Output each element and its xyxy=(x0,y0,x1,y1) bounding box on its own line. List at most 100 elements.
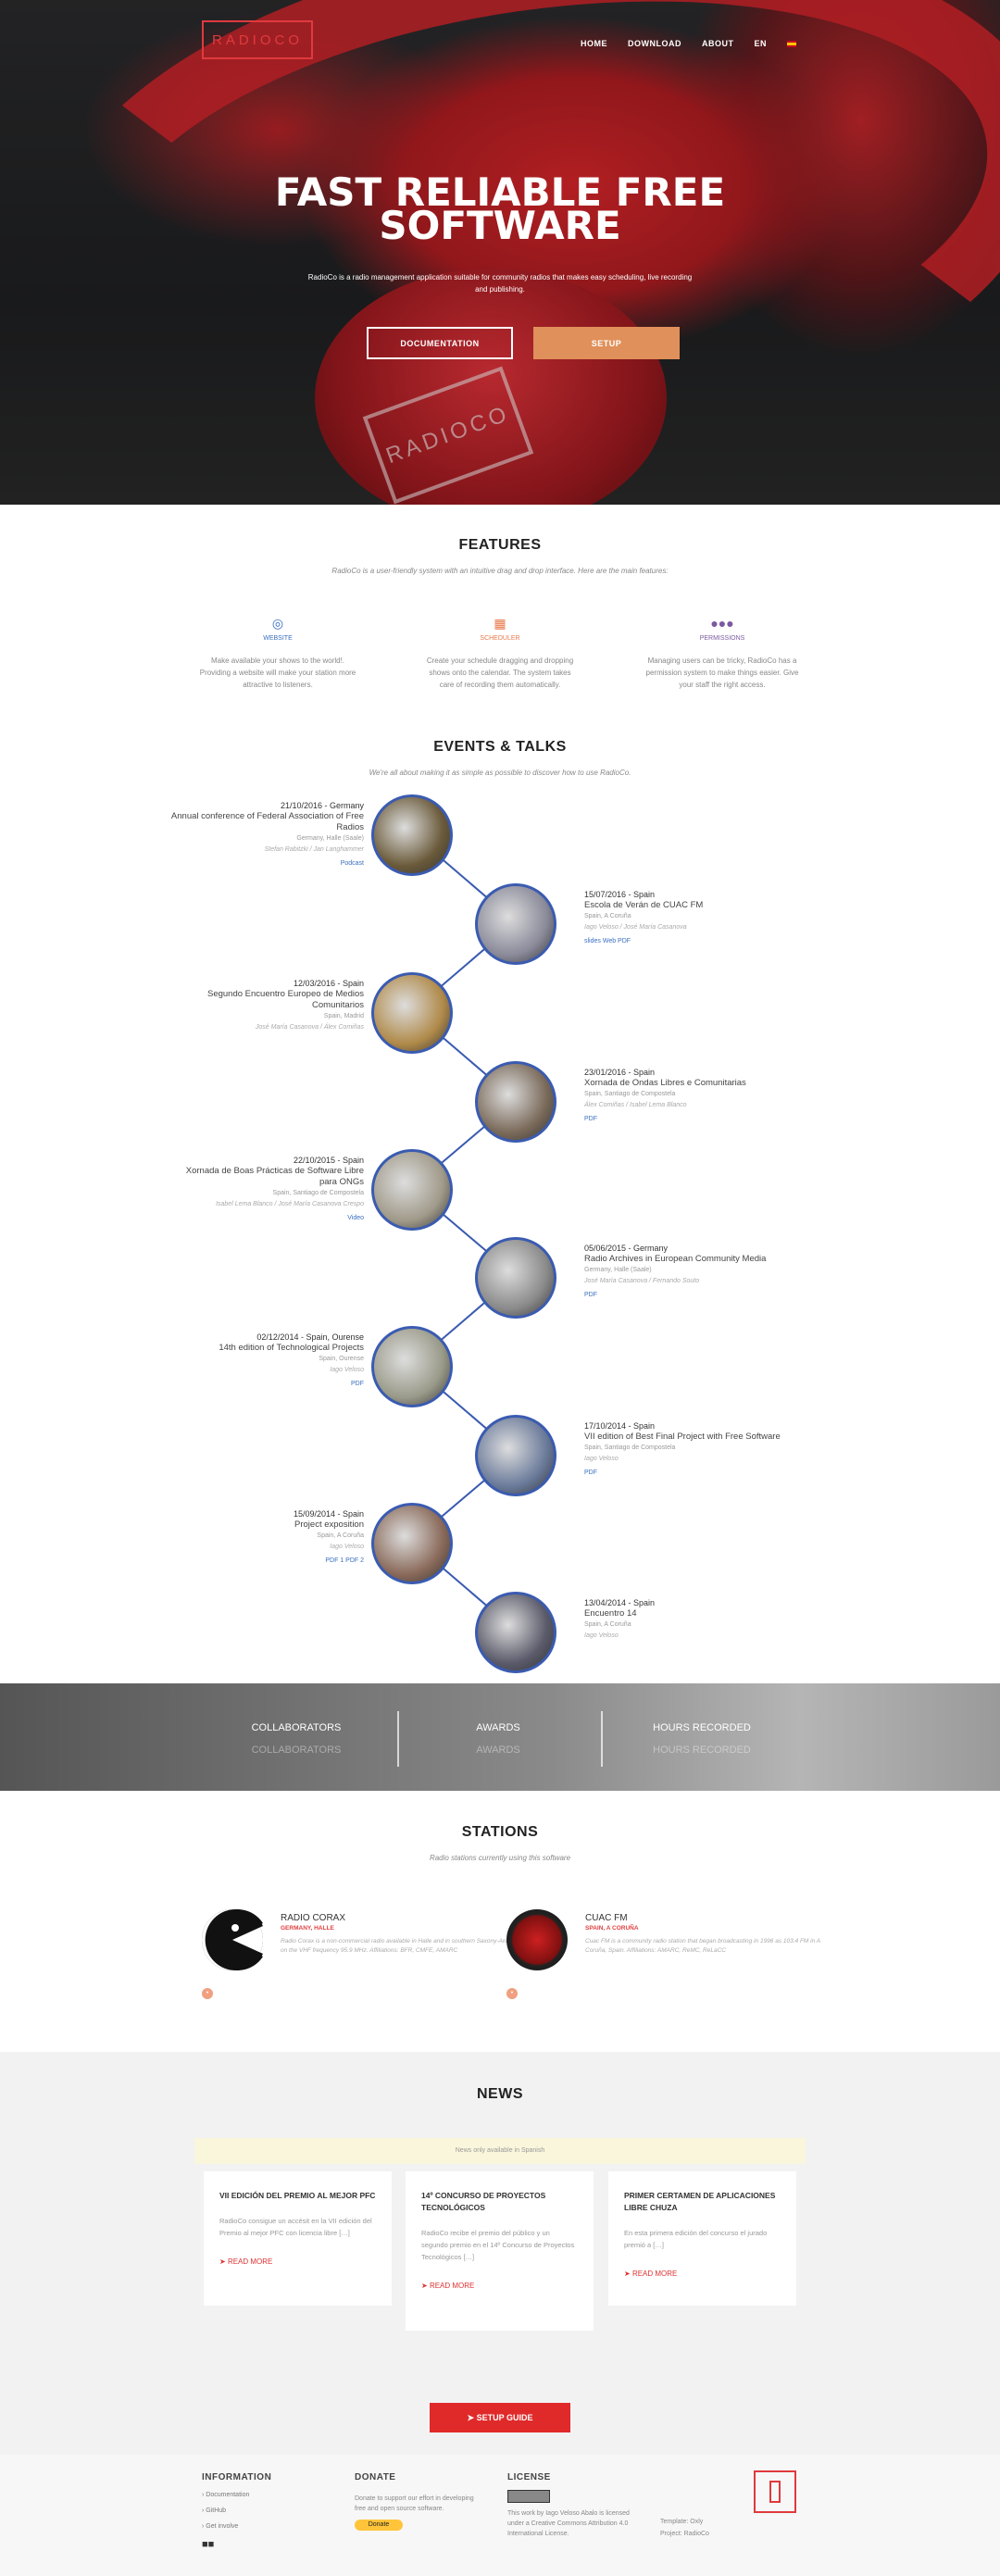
cc-license-badge[interactable] xyxy=(507,2490,550,2503)
news-card-title[interactable]: 14º CONCURSO DE PROYECTOS TECNOLÓGICOS xyxy=(421,2190,578,2214)
event-photo xyxy=(371,1326,453,1407)
stat-awards: AWARDS AWARDS xyxy=(476,1722,520,1756)
event-item: 15/07/2016 - Spain Escola de Verán de CUA… xyxy=(584,889,788,947)
feature-permissions: ●●● PERMISSIONS Managing users can be tr… xyxy=(644,616,801,691)
news-notice: News only available in Spanish xyxy=(194,2138,806,2164)
radio-corax-logo[interactable] xyxy=(202,1909,263,1970)
event-links[interactable]: PDF 1 PDF 2 xyxy=(169,1556,364,1567)
station-location: SPAIN, A CORUÑA xyxy=(585,1925,639,1932)
features-title: FEATURES xyxy=(458,537,542,553)
nav-home[interactable]: HOME xyxy=(581,39,607,48)
footer: INFORMATION › Documentation › GitHub › G… xyxy=(0,2455,1000,2576)
footer-license: LICENSE This work by Iago Veloso Abalo i… xyxy=(507,2472,630,2537)
news-card-text: RadioCo consigue un accésit en la VII ed… xyxy=(219,2217,372,2237)
footer-logo[interactable] xyxy=(754,2470,796,2513)
news-card: 14º CONCURSO DE PROYECTOS TECNOLÓGICOS R… xyxy=(406,2171,594,2331)
nav-download[interactable]: DOWNLOAD xyxy=(628,39,681,48)
footer-credits: Template: Oxly Project: RadioCo xyxy=(660,2519,709,2537)
event-item: 21/10/2016 - Germany Annual conference of… xyxy=(169,800,364,869)
event-place: Spain, Santiago de Compostela xyxy=(584,1091,676,1097)
event-date: 21/10/2016 - Germany xyxy=(280,801,364,810)
paypal-donate-button[interactable]: Donate xyxy=(355,2520,403,2531)
event-photo xyxy=(475,1061,556,1143)
event-people: Isabel Lema Blanco / José María Casanova… xyxy=(216,1201,364,1207)
event-place: Spain, Santiago de Compostela xyxy=(272,1190,364,1196)
event-links[interactable]: slides Web PDF xyxy=(584,936,788,947)
event-place: Germany, Halle (Saale) xyxy=(296,835,364,842)
footer-information: INFORMATION › Documentation › GitHub › G… xyxy=(202,2472,331,2550)
event-name: 14th edition of Technological Projects xyxy=(219,1343,364,1353)
read-more-link[interactable]: ➤ READ MORE xyxy=(624,2270,781,2278)
event-people: José María Casanova / Álex Comiñas xyxy=(255,1024,364,1031)
stats-bar: COLLABORATORS COLLABORATORS AWARDS AWARDS … xyxy=(0,1683,1000,1791)
rss-icon[interactable]: • xyxy=(506,1988,518,1999)
read-more-link[interactable]: ➤ READ MORE xyxy=(219,2257,376,2266)
stat-collaborators: COLLABORATORS COLLABORATORS xyxy=(251,1722,342,1756)
news-card-text: En esta primera edición del concurso el … xyxy=(624,2229,768,2249)
event-name: Xornada de Ondas Libres e Comunitarias xyxy=(584,1078,746,1088)
event-links[interactable]: PDF xyxy=(584,1114,788,1125)
station-name[interactable]: CUAC FM xyxy=(585,1913,628,1923)
event-name: Annual conference of Federal Association… xyxy=(170,811,364,832)
events-timeline: 21/10/2016 - Germany Annual conference of… xyxy=(0,794,1000,1683)
event-name: Segundo Encuentro Europeo de Medios Comu… xyxy=(206,989,364,1010)
event-date: 15/09/2014 - Spain xyxy=(293,1509,364,1519)
setup-guide-button[interactable]: ➤ SETUP GUIDE xyxy=(430,2403,570,2432)
event-links[interactable]: PDF xyxy=(584,1468,788,1479)
event-date: 22/10/2015 - Spain xyxy=(293,1156,364,1165)
footer-link-github[interactable]: › GitHub xyxy=(202,2507,331,2514)
station-name[interactable]: RADIO CORAX xyxy=(281,1913,345,1923)
event-date: 12/03/2016 - Spain xyxy=(293,979,364,988)
station-desc: Cuac FM is a community radio station tha… xyxy=(585,1938,820,1954)
hero-subtitle: RadioCo is a radio management applicatio… xyxy=(307,273,693,294)
event-date: 17/10/2014 - Spain xyxy=(584,1421,656,1431)
setup-button[interactable]: SETUP xyxy=(533,327,680,359)
documentation-button[interactable]: DOCUMENTATION xyxy=(367,327,513,359)
site-logo[interactable]: RADIOCO xyxy=(202,20,313,59)
event-people: José María Casanova / Fernando Souto xyxy=(584,1278,700,1284)
event-name: VII edition of Best Final Project with F… xyxy=(584,1432,781,1442)
event-date: 23/01/2016 - Spain xyxy=(584,1068,656,1077)
news-card-title[interactable]: VII EDICIÓN DEL PREMIO AL MEJOR PFC xyxy=(219,2190,376,2202)
news-card-text: RadioCo recibe el premio del público y u… xyxy=(421,2229,575,2261)
event-links[interactable]: PDF xyxy=(169,1379,364,1390)
event-people: Iago Veloso xyxy=(330,1544,364,1550)
events-section: EVENTS & TALKS We're all about making it… xyxy=(0,739,1000,1673)
rss-icon[interactable]: • xyxy=(202,1988,213,1999)
nav-lang-en[interactable]: EN xyxy=(754,39,767,48)
event-place: Germany, Halle (Saale) xyxy=(584,1267,652,1273)
event-links[interactable]: Video xyxy=(169,1213,364,1224)
stations-section: STATIONS Radio stations currently using … xyxy=(0,1824,1000,1999)
cuac-fm-logo[interactable] xyxy=(506,1909,568,1970)
event-people: Iago Veloso xyxy=(330,1367,364,1373)
event-place: Spain, Ourense xyxy=(319,1356,364,1362)
footer-donate: DONATE Donate to support our effort in d… xyxy=(355,2472,475,2531)
nav-about[interactable]: ABOUT xyxy=(702,39,734,48)
event-people: Stefan Rabitzki / Jan Langhammer xyxy=(264,846,364,853)
event-date: 02/12/2014 - Spain, Ourense xyxy=(256,1332,364,1342)
news-title: NEWS xyxy=(477,2086,523,2102)
event-links[interactable]: Podcast xyxy=(169,858,364,869)
event-links[interactable]: PDF xyxy=(584,1290,788,1301)
event-date: 15/07/2016 - Spain xyxy=(584,890,656,899)
footer-link-get-involve[interactable]: › Get involve xyxy=(202,2523,331,2530)
calendar-icon: ▦ xyxy=(494,616,506,631)
event-photo xyxy=(371,1503,453,1584)
event-people: Álex Comiñas / Isabel Lema Blanco xyxy=(584,1102,687,1108)
event-item: 02/12/2014 - Spain, Ourense 14th edition … xyxy=(169,1332,364,1390)
event-name: Encuentro 14 xyxy=(584,1608,637,1619)
social-icons[interactable]: ■■ xyxy=(202,2539,331,2550)
event-name: Xornada de Boas Prácticas de Software Li… xyxy=(185,1166,364,1187)
hero-section: RADIOCO RADIOCO HOME DOWNLOAD ABOUT EN F… xyxy=(0,0,1000,505)
event-item: 15/09/2014 - Spain Project exposition Spai… xyxy=(169,1508,364,1567)
event-place: Spain, Madrid xyxy=(323,1013,364,1019)
news-card-title[interactable]: PRIMER CERTAMEN DE APLICACIONES LIBRE CH… xyxy=(624,2190,781,2214)
spanish-flag-icon[interactable] xyxy=(787,41,796,47)
stations-subtitle: Radio stations currently using this soft… xyxy=(429,1854,571,1862)
globe-icon: ◎ xyxy=(271,616,284,631)
feature-website: ◎ WEBSITE Make available your shows to t… xyxy=(199,616,356,689)
event-place: Spain, A Coruña xyxy=(317,1532,364,1539)
footer-link-documentation[interactable]: › Documentation xyxy=(202,2492,331,2498)
read-more-link[interactable]: ➤ READ MORE xyxy=(421,2282,578,2290)
event-photo xyxy=(475,883,556,965)
